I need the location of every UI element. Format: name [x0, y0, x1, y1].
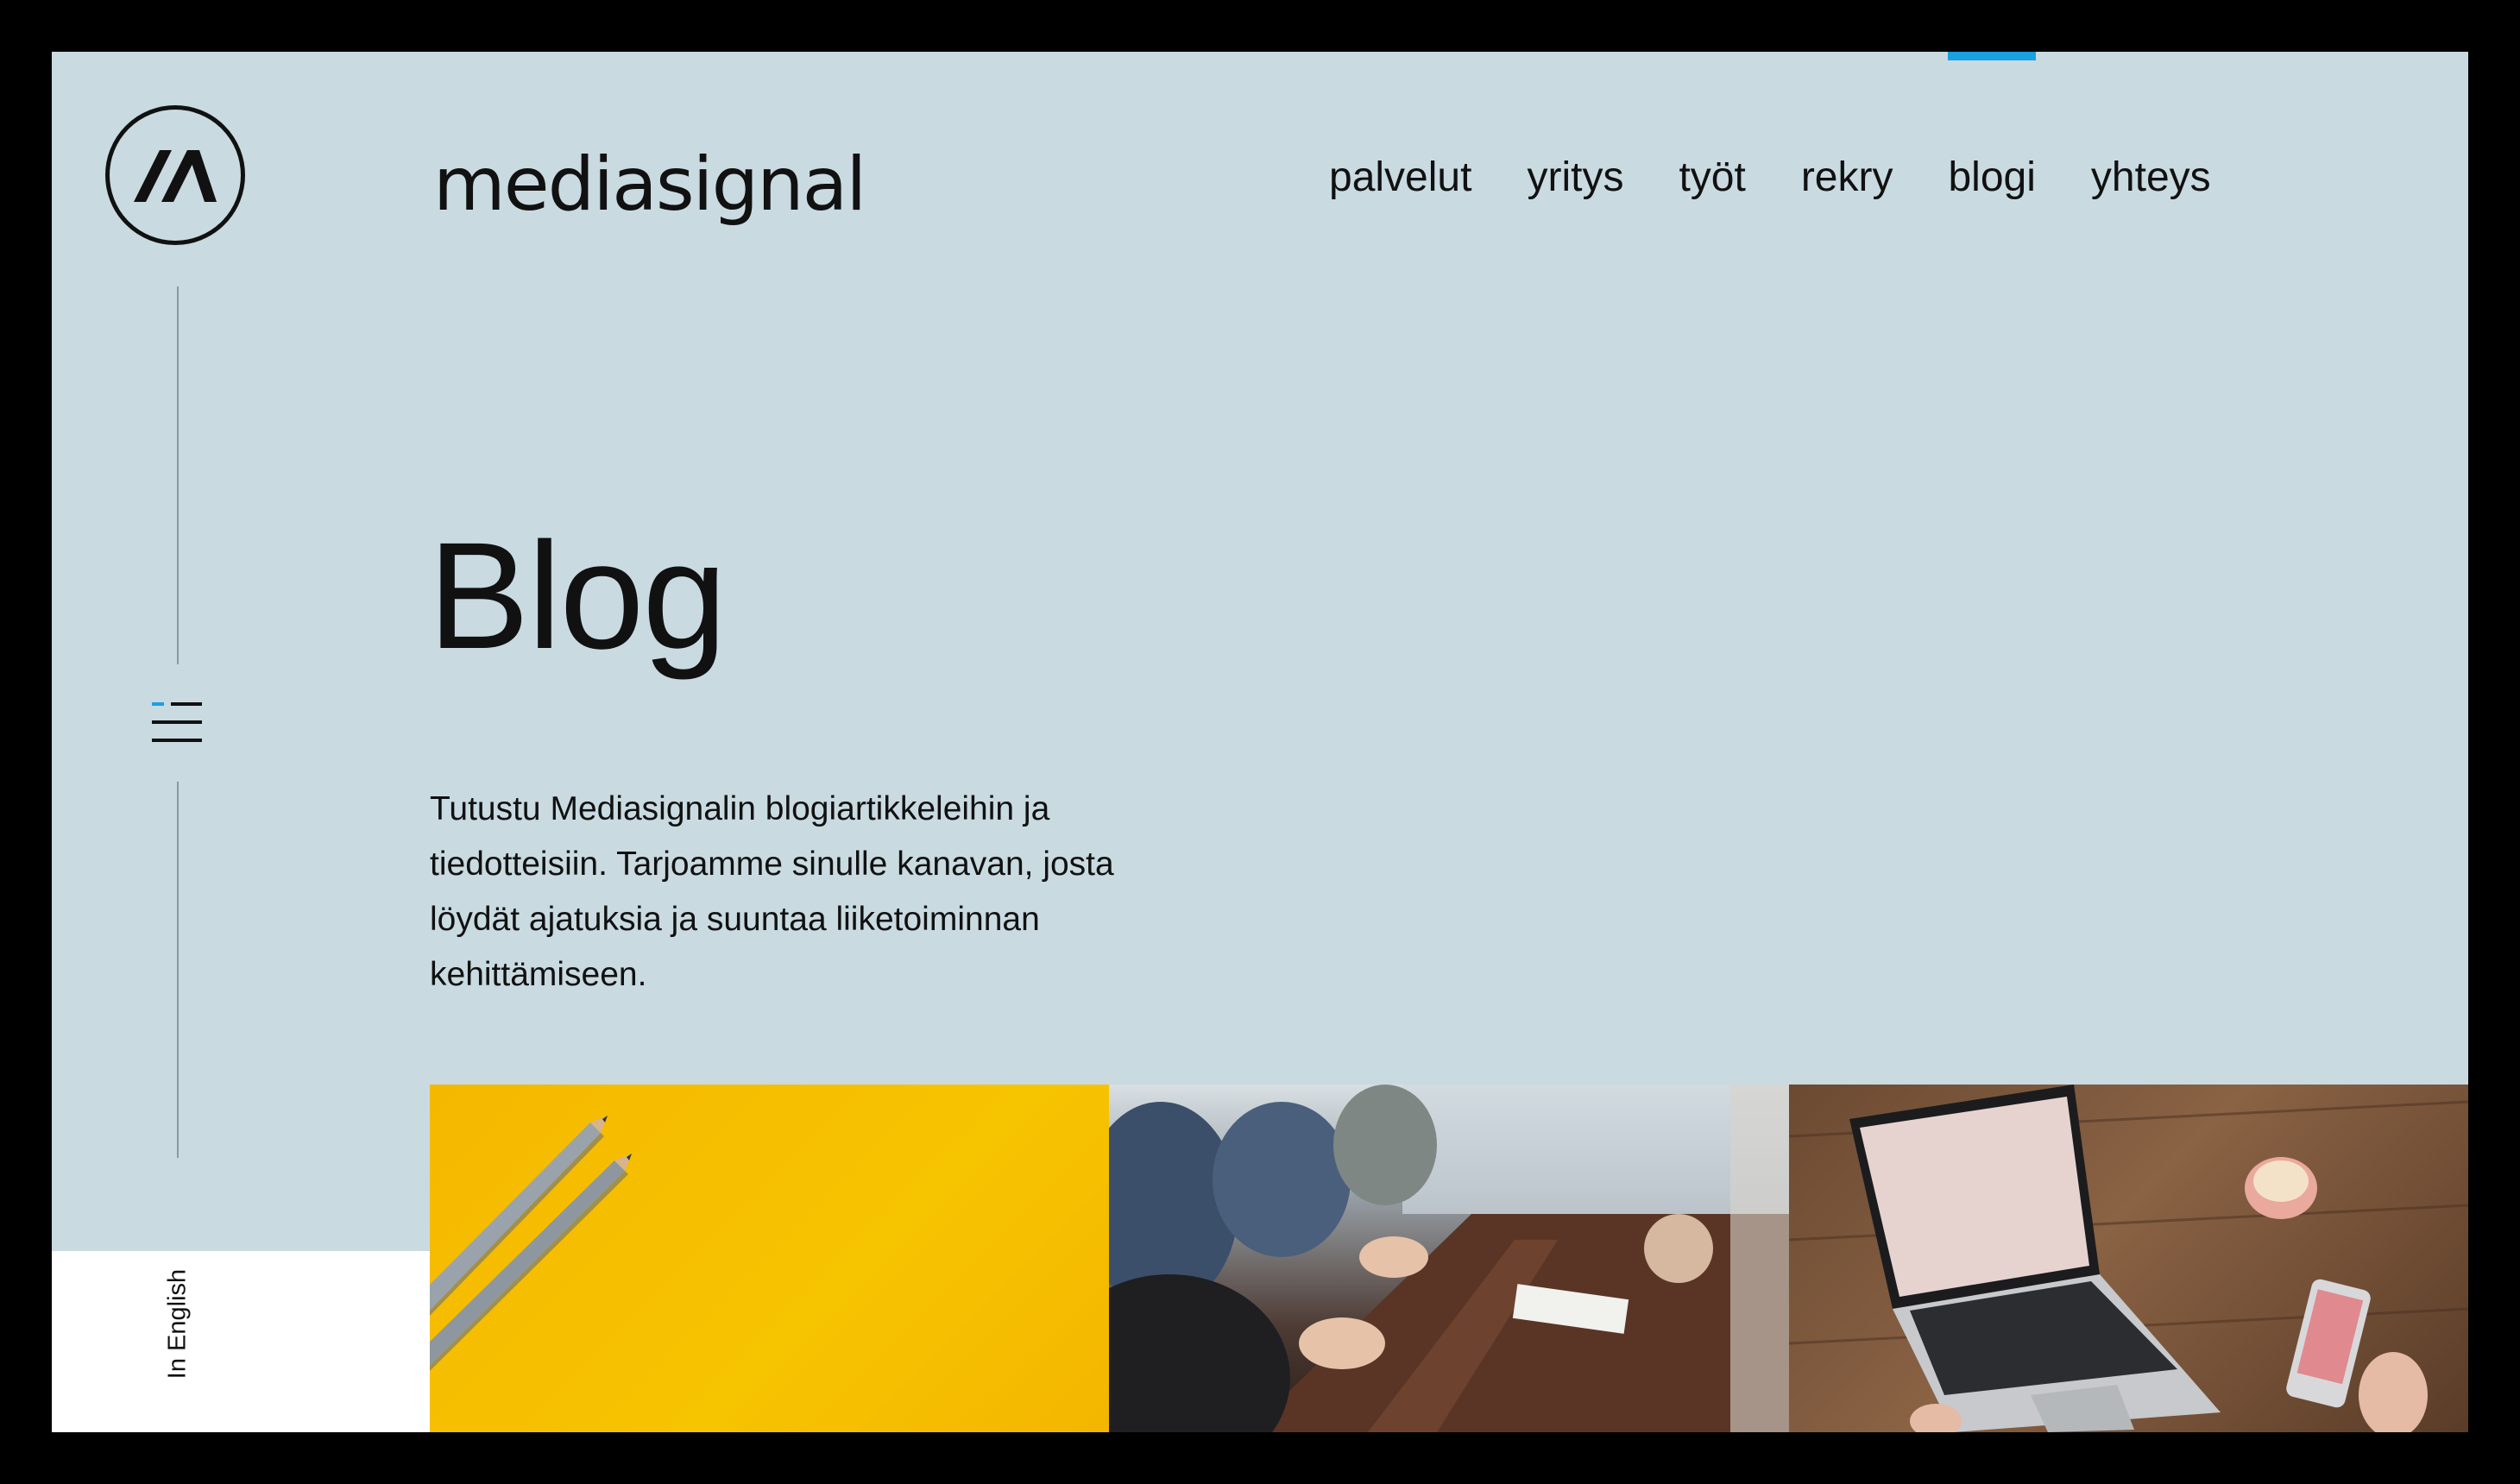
intro-text: Tutustu Mediasignalin blogiartikkeleihin… — [430, 790, 1114, 993]
sidebar-white-block — [52, 1251, 430, 1432]
nav-item-yhteys[interactable]: yhteys — [2091, 154, 2211, 201]
nav-item-palvelut[interactable]: palvelut — [1329, 154, 1471, 201]
page-title: Blog — [428, 512, 727, 681]
sidebar-divider-top — [177, 286, 179, 664]
blog-card-strip — [430, 1085, 2468, 1432]
language-link[interactable]: In English — [164, 1260, 192, 1389]
laptop-on-desk-image[interactable] — [1789, 1085, 2468, 1432]
main-nav: palvelut yritys työt rekry blogi yhteys — [1329, 52, 2211, 201]
meeting-table-image[interactable] — [1109, 1085, 1789, 1432]
brand-wordmark[interactable]: mediasignal — [433, 141, 866, 228]
pencils-on-yellow-image[interactable] — [430, 1085, 1109, 1432]
nav-item-yritys[interactable]: yritys — [1527, 154, 1623, 201]
monogram-m-icon[interactable] — [105, 105, 245, 245]
sidebar-divider-bottom — [177, 782, 179, 1158]
nav-item-rekry[interactable]: rekry — [1801, 154, 1893, 201]
nav-item-blogi[interactable]: blogi — [1948, 52, 2037, 201]
hamburger-menu-icon[interactable] — [152, 702, 202, 742]
nav-item-tyot[interactable]: työt — [1679, 154, 1745, 201]
page: In English mediasignal palvelut yritys t… — [52, 52, 2468, 1432]
